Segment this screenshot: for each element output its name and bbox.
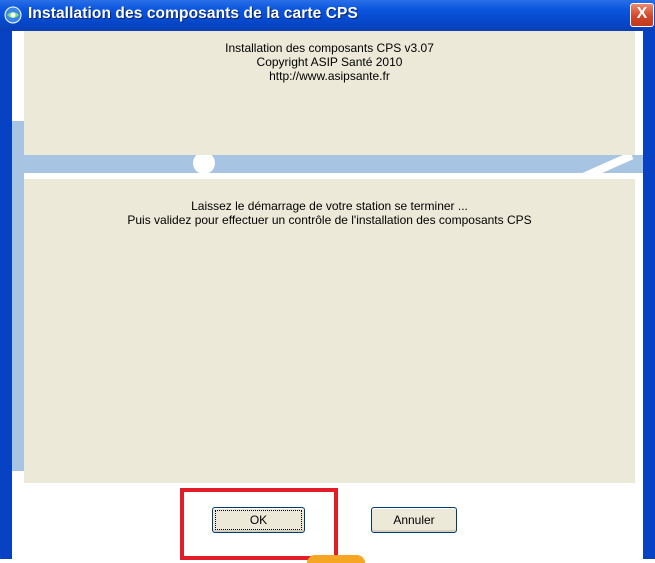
info-panel: Installation des composants CPS v3.07 Co… [24, 31, 635, 155]
window-title: Installation des composants de la carte … [28, 5, 358, 22]
background-decoration [12, 121, 24, 471]
cps-app-icon [4, 6, 22, 24]
copyright-text: Copyright ASIP Santé 2010 [256, 55, 403, 69]
instruction-text-1: Laissez le démarrage de votre station se… [191, 199, 468, 213]
website-text: http://www.asipsante.fr [269, 69, 390, 83]
version-text: Installation des composants CPS v3.07 [225, 41, 434, 55]
window-frame-left [0, 31, 12, 559]
orange-tab [307, 555, 365, 563]
window-frame-right [643, 31, 655, 559]
close-button[interactable]: X [630, 3, 654, 27]
message-panel: Laissez le démarrage de votre station se… [24, 179, 635, 483]
highlight-annotation [180, 488, 338, 560]
dialog-client-area: Installation des composants CPS v3.07 Co… [12, 31, 643, 563]
title-bar[interactable]: Installation des composants de la carte … [0, 0, 655, 31]
instruction-text-2: Puis validez pour effectuer un contrôle … [127, 213, 532, 227]
cancel-button[interactable]: Annuler [371, 507, 457, 533]
background-circle [193, 152, 215, 174]
background-band [12, 155, 643, 173]
